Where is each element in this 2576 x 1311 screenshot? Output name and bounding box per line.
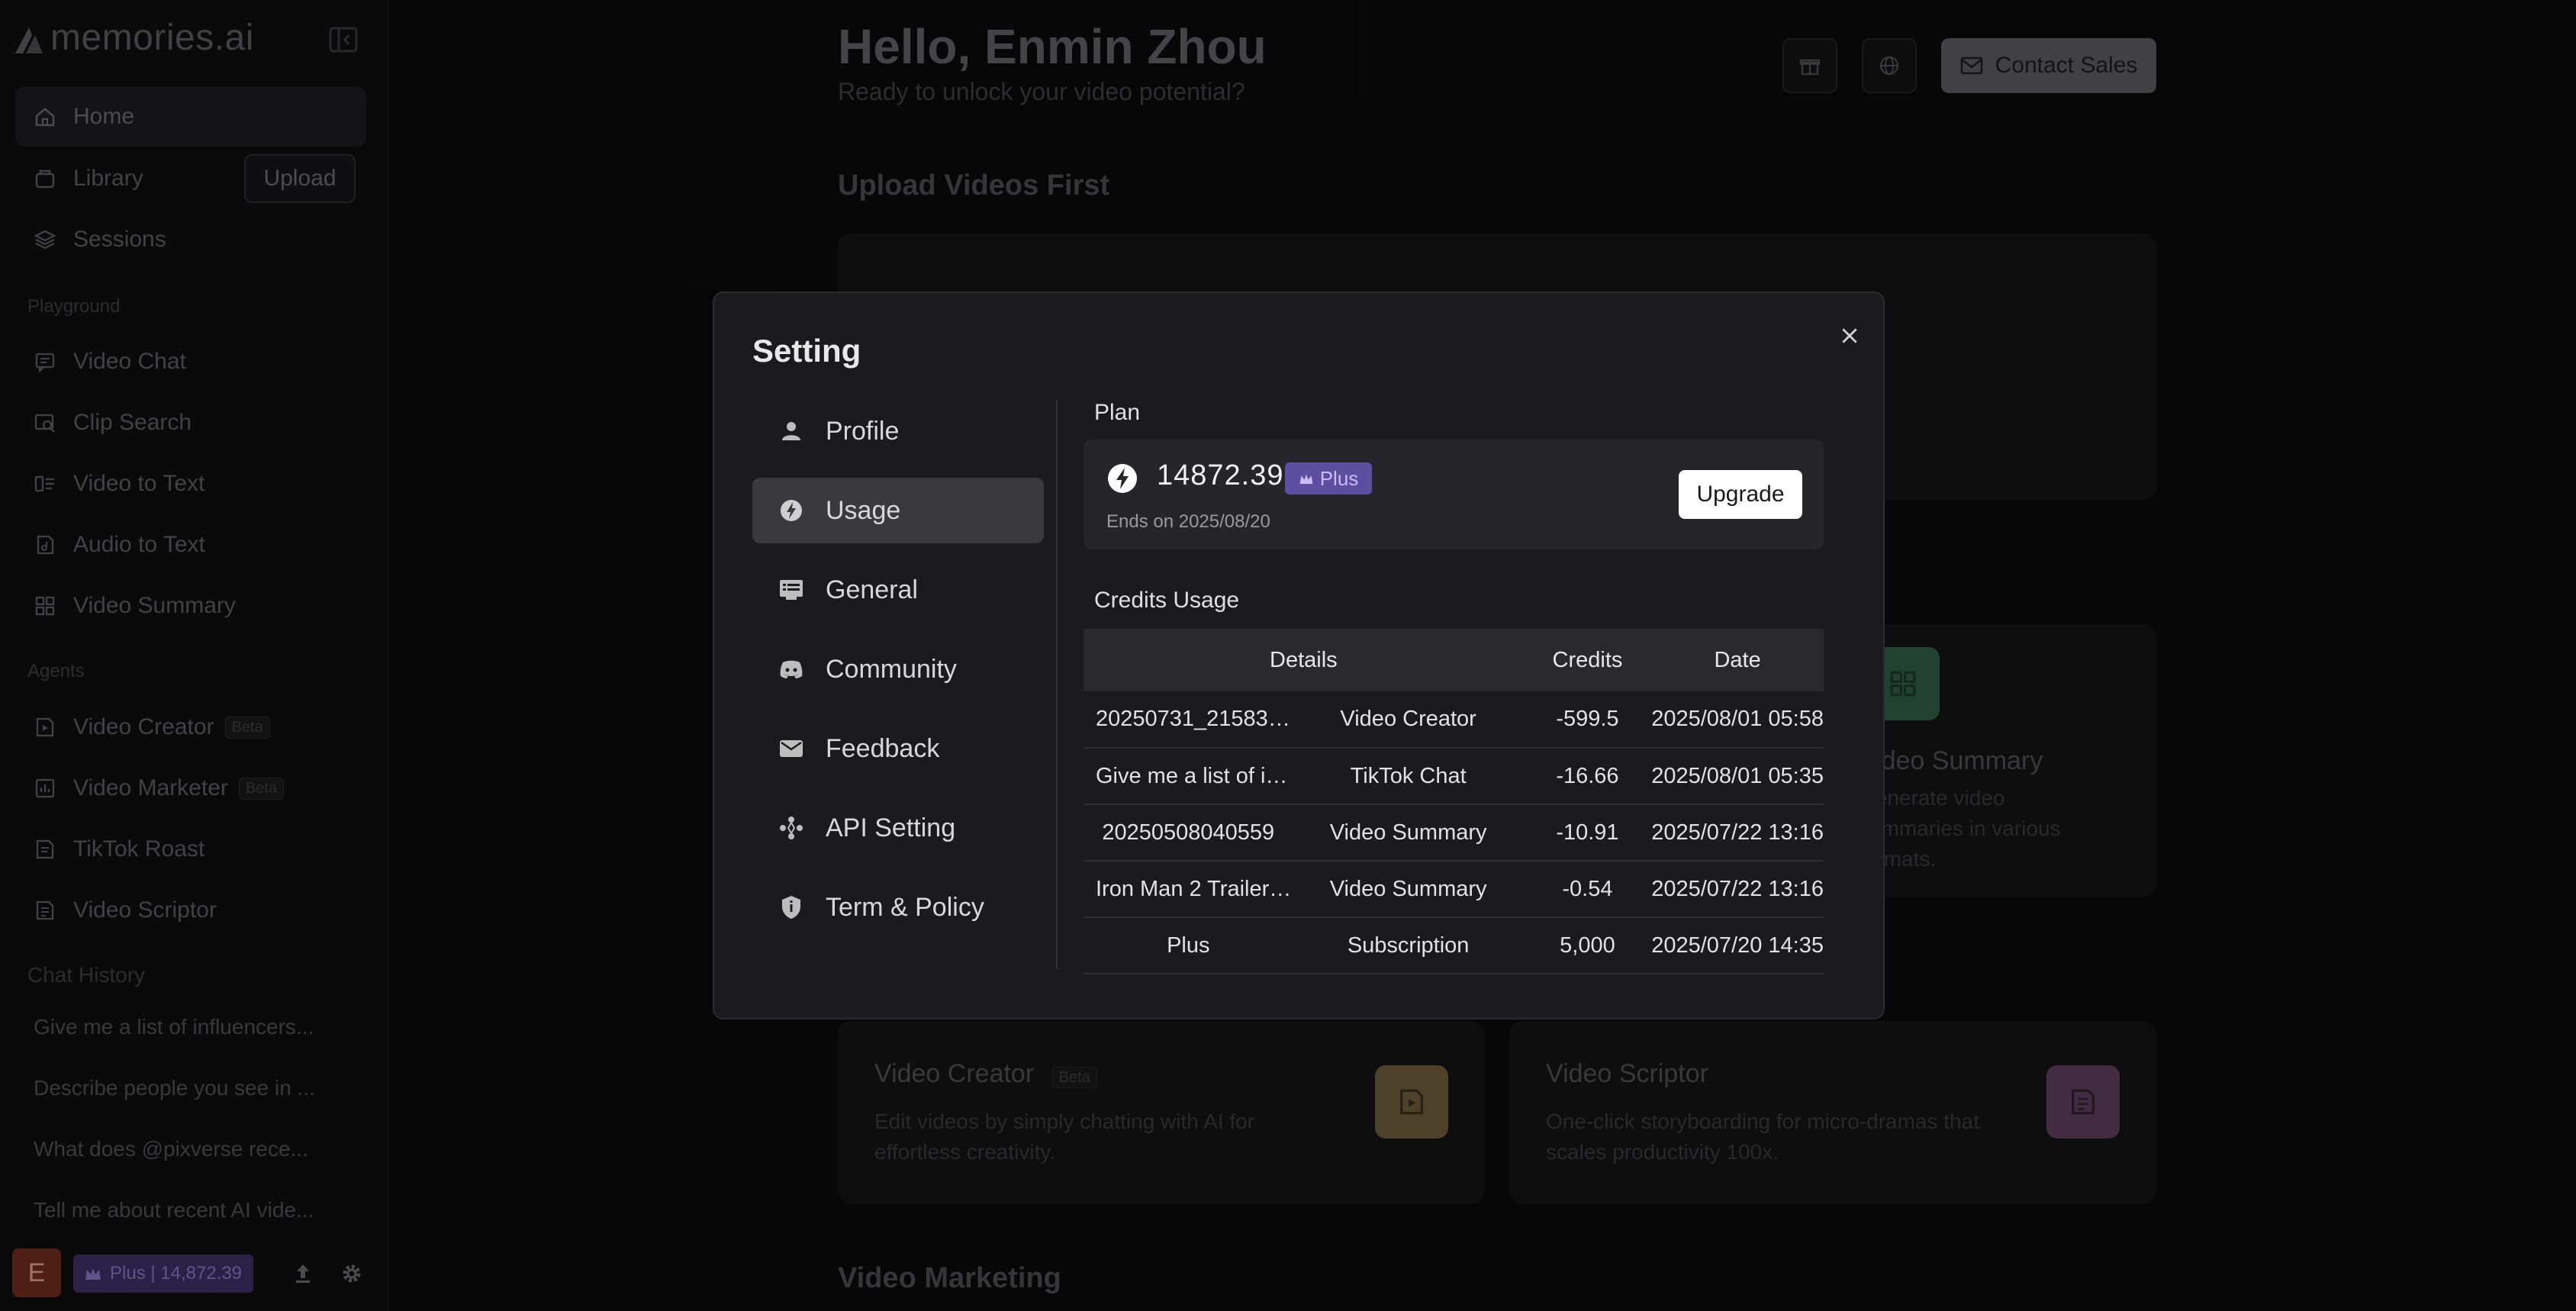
usage-item-credits: -599.5 [1523, 691, 1652, 749]
table-row[interactable]: 20250508040559 Video Summary -10.91 2025… [1084, 804, 1824, 862]
settings-menu-term-policy[interactable]: Term & Policy [752, 875, 1044, 940]
general-icon [780, 580, 803, 600]
credits-usage-label: Credits Usage [1094, 588, 1240, 613]
usage-item-name: 20250508040559 [1084, 804, 1293, 862]
usage-item-name: Plus [1084, 917, 1293, 974]
usage-item-date: 2025/08/01 05:58 [1651, 691, 1824, 749]
usage-item-credits: -0.54 [1523, 861, 1652, 918]
usage-item-type: Video Summary [1293, 804, 1524, 862]
settings-modal: Setting Profile Usage General Community … [713, 292, 1885, 1019]
plan-label: Plan [1094, 400, 1141, 425]
settings-menu-general[interactable]: General [752, 557, 1044, 623]
plan-card: 14872.39 Plus Ends on 2025/08/20 Upgrade [1084, 440, 1824, 549]
menu-label: Term & Policy [826, 892, 984, 922]
usage-item-date: 2025/07/22 13:16 [1651, 804, 1824, 862]
plan-badge: Plus [1285, 462, 1372, 494]
credits-bolt-icon [1108, 464, 1137, 493]
plan-badge-label: Plus [1319, 466, 1359, 490]
close-icon [1842, 328, 1857, 343]
usage-item-name: Iron Man 2 Trailer ... [1084, 861, 1293, 918]
usage-item-date: 2025/08/01 05:35 [1651, 748, 1824, 805]
table-row[interactable]: 20250731_215830... Video Creator -599.5 … [1084, 691, 1824, 749]
menu-label: General [826, 575, 918, 604]
usage-item-name: 20250731_215830... [1084, 691, 1293, 749]
shield-icon [782, 896, 800, 919]
crown-icon [1299, 474, 1313, 484]
settings-menu-api-setting[interactable]: API Setting [752, 795, 1044, 861]
divider [1056, 400, 1058, 969]
table-row[interactable]: Iron Man 2 Trailer ... Video Summary -0.… [1084, 861, 1824, 918]
usage-item-type: Video Summary [1293, 861, 1524, 918]
column-header-details: Details [1084, 629, 1524, 691]
plan-end-date: Ends on 2025/08/20 [1106, 511, 1270, 532]
table-row[interactable]: Give me a list of in... TikTok Chat -16.… [1084, 748, 1824, 805]
profile-icon [782, 422, 800, 440]
settings-menu-profile[interactable]: Profile [752, 398, 1044, 464]
usage-icon [781, 500, 802, 521]
credits-balance: 14872.39 [1157, 459, 1284, 491]
upgrade-button[interactable]: Upgrade [1679, 470, 1802, 519]
column-header-credits: Credits [1523, 629, 1652, 691]
usage-item-date: 2025/07/22 13:16 [1651, 861, 1824, 918]
usage-item-type: Subscription [1293, 917, 1524, 974]
settings-menu-usage[interactable]: Usage [752, 478, 1044, 543]
api-icon [780, 817, 803, 839]
column-header-date: Date [1651, 629, 1824, 691]
usage-item-type: TikTok Chat [1293, 748, 1524, 805]
discord-icon [780, 660, 803, 678]
menu-label: Community [826, 654, 957, 684]
modal-title: Setting [752, 333, 861, 369]
usage-item-credits: 5,000 [1523, 917, 1652, 974]
usage-item-credits: -10.91 [1523, 804, 1652, 862]
credits-usage-table: Details Credits Date 20250731_215830... … [1084, 629, 1824, 974]
menu-label: Profile [826, 416, 900, 446]
usage-item-type: Video Creator [1293, 691, 1524, 749]
settings-menu-community[interactable]: Community [752, 636, 1044, 702]
mail-icon [780, 740, 803, 757]
usage-item-name: Give me a list of in... [1084, 748, 1293, 805]
menu-label: API Setting [826, 813, 956, 842]
menu-label: Usage [826, 495, 901, 525]
table-row[interactable]: Plus Subscription 5,000 2025/07/20 14:35 [1084, 917, 1824, 974]
usage-item-credits: -16.66 [1523, 748, 1652, 805]
settings-menu-feedback[interactable]: Feedback [752, 716, 1044, 781]
close-button[interactable] [1834, 321, 1865, 351]
menu-label: Feedback [826, 733, 940, 763]
usage-item-date: 2025/07/20 14:35 [1651, 917, 1824, 974]
table-header-row: Details Credits Date [1084, 629, 1824, 691]
